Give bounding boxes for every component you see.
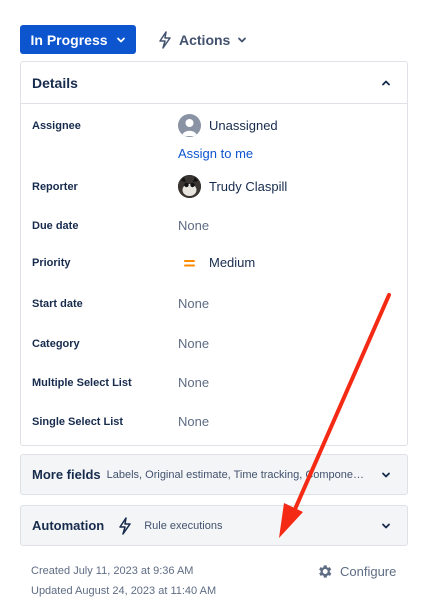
configure-label: Configure — [340, 564, 397, 579]
details-title: Details — [32, 74, 78, 91]
automation-section[interactable]: Automation Rule executions — [20, 505, 408, 546]
status-label: In Progress — [30, 31, 108, 48]
start-date-value[interactable]: None — [178, 296, 209, 311]
avatar — [178, 175, 201, 198]
assignee-value[interactable]: Unassigned — [178, 114, 278, 137]
created-timestamp: Created July 11, 2023 at 9:36 AM — [31, 565, 194, 577]
more-fields-title: More fields — [32, 467, 101, 482]
field-label: Category — [32, 337, 80, 350]
field-reporter: Reporter Trudy Claspill — [32, 175, 397, 198]
actions-label: Actions — [179, 31, 231, 48]
field-priority: Priority Medium — [32, 255, 397, 270]
category-value[interactable]: None — [178, 336, 209, 351]
field-label: Priority — [32, 256, 71, 269]
priority-medium-icon — [184, 259, 195, 266]
reporter-name: Trudy Claspill — [209, 179, 288, 194]
multiple-select-list-value[interactable]: None — [178, 375, 209, 390]
assign-to-me-link[interactable]: Assign to me — [178, 146, 253, 161]
reporter-value[interactable]: Trudy Claspill — [178, 175, 287, 198]
field-label: Due date — [32, 219, 79, 232]
status-dropdown-button[interactable]: In Progress — [20, 25, 136, 54]
priority-name: Medium — [209, 255, 256, 270]
field-start-date: Start date None — [32, 296, 397, 311]
lightning-icon — [119, 516, 131, 535]
field-label: Single Select List — [32, 415, 124, 428]
single-select-list-value[interactable]: None — [178, 414, 209, 429]
field-label: Multiple Select List — [32, 376, 132, 389]
field-label: Reporter — [32, 180, 78, 193]
chevron-down-icon[interactable] — [381, 470, 391, 480]
chevron-up-icon[interactable] — [381, 78, 391, 88]
updated-timestamp: Updated August 24, 2023 at 11:40 AM — [31, 585, 217, 597]
user-icon — [178, 114, 201, 137]
automation-title: Automation — [32, 518, 105, 533]
chevron-down-icon — [238, 37, 247, 42]
automation-header: Automation Rule executions — [32, 516, 223, 535]
automation-subtitle: Rule executions — [144, 519, 223, 532]
field-label: Assignee — [32, 119, 81, 132]
field-category: Category None — [32, 336, 397, 351]
configure-button[interactable]: Configure — [316, 563, 396, 580]
field-due-date: Due date None — [32, 218, 397, 233]
details-panel: Details Assignee Unassigned Assign to me… — [20, 61, 408, 446]
assignee-name: Unassigned — [209, 118, 278, 133]
chevron-down-icon[interactable] — [381, 521, 391, 531]
field-multiple-select-list: Multiple Select List None — [32, 375, 397, 390]
field-label: Start date — [32, 297, 83, 310]
more-fields-header: More fields Labels, Original estimate, T… — [32, 467, 364, 482]
more-fields-section[interactable]: More fields Labels, Original estimate, T… — [20, 454, 408, 495]
field-assignee: Assignee Unassigned — [32, 114, 397, 137]
lightning-icon — [159, 30, 171, 49]
issue-toolbar: In Progress Actions — [20, 25, 247, 54]
field-single-select-list: Single Select List None — [32, 414, 397, 429]
priority-value[interactable]: Medium — [178, 255, 255, 270]
details-header[interactable]: Details — [21, 62, 407, 104]
gear-icon — [319, 565, 332, 578]
actions-button[interactable]: Actions — [158, 30, 247, 49]
due-date-value[interactable]: None — [178, 218, 209, 233]
chevron-down-icon — [116, 37, 125, 42]
more-fields-summary: Labels, Original estimate, Time tracking… — [106, 468, 365, 481]
